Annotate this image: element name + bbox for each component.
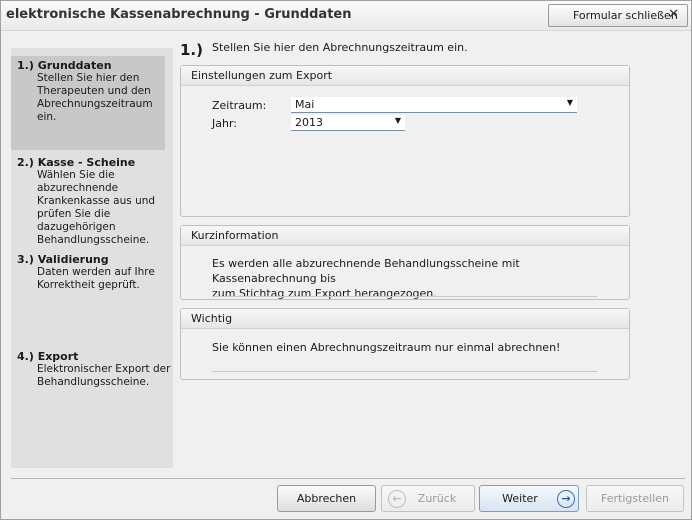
important-text: Sie können einen Abrechnungszeitraum nur… <box>212 341 561 354</box>
year-label: Jahr: <box>212 117 237 130</box>
period-label: Zeitraum: <box>212 99 267 112</box>
chevron-down-icon: ▼ <box>394 116 401 125</box>
title-bar: elektronische Kassenabrechnung - Grundda… <box>1 1 691 31</box>
step-title: 3.) Validierung <box>17 253 109 266</box>
step-title: 1.) Grunddaten <box>17 59 112 72</box>
period-dropdown[interactable]: Mai ▼ <box>291 97 577 113</box>
wizard-steps-sidebar: 1.) Grunddaten Stellen Sie hier den Ther… <box>11 48 173 468</box>
year-dropdown[interactable]: 2013 ▼ <box>291 115 405 131</box>
step-grunddaten[interactable]: 1.) Grunddaten Stellen Sie hier den Ther… <box>17 59 173 124</box>
step-description: Elektronischer Export der Behandlungssch… <box>37 363 171 388</box>
year-value: 2013 <box>295 116 323 129</box>
footer-divider <box>11 478 685 479</box>
wizard-window: elektronische Kassenabrechnung - Grundda… <box>0 0 692 520</box>
step-title: 4.) Export <box>17 350 79 363</box>
step-description: Wählen Sie die abzurechnende Krankenkass… <box>37 169 156 246</box>
step-validierung[interactable]: 3.) Validierung Daten werden auf Ihre Ko… <box>17 253 173 292</box>
step-kasse-scheine[interactable]: 2.) Kasse - Scheine Wählen Sie die abzur… <box>17 156 173 247</box>
step-instruction: Stellen Sie hier den Abrechnungszeitraum… <box>212 41 468 54</box>
divider <box>212 296 597 297</box>
cancel-button[interactable]: Abbrechen <box>277 485 376 512</box>
step-export[interactable]: 4.) Export Elektronischer Export der Beh… <box>17 350 173 389</box>
back-button[interactable]: ← Zurück <box>381 485 475 512</box>
window-title: elektronische Kassenabrechnung - Grundda… <box>6 7 352 22</box>
chevron-down-icon: ▼ <box>566 98 573 107</box>
close-icon: ✕ <box>668 7 679 22</box>
important-group: Wichtig Sie können einen Abrechnungszeit… <box>180 308 630 380</box>
group-title: Kurzinformation <box>181 226 629 246</box>
short-info-text: Es werden alle abzurechnende Behandlungs… <box>212 257 520 300</box>
arrow-right-icon: → <box>557 490 575 508</box>
group-title: Wichtig <box>181 309 629 329</box>
step-description: Daten werden auf Ihre Korrektheit geprüf… <box>37 266 155 291</box>
next-button[interactable]: Weiter → <box>479 485 579 512</box>
period-value: Mai <box>295 98 315 111</box>
divider <box>212 371 597 372</box>
finish-button[interactable]: Fertigstellen <box>586 485 684 512</box>
step-number-heading: 1.) <box>180 41 203 59</box>
close-form-button[interactable]: Formular schließen ✕ <box>548 4 688 27</box>
close-form-label: Formular schließen <box>573 9 678 22</box>
step-description: Stellen Sie hier den Therapeuten und den… <box>37 72 153 123</box>
group-title: Einstellungen zum Export <box>181 66 629 86</box>
export-settings-group: Einstellungen zum Export Zeitraum: Mai ▼… <box>180 65 630 217</box>
step-title: 2.) Kasse - Scheine <box>17 156 136 169</box>
short-info-group: Kurzinformation Es werden alle abzurechn… <box>180 225 630 300</box>
